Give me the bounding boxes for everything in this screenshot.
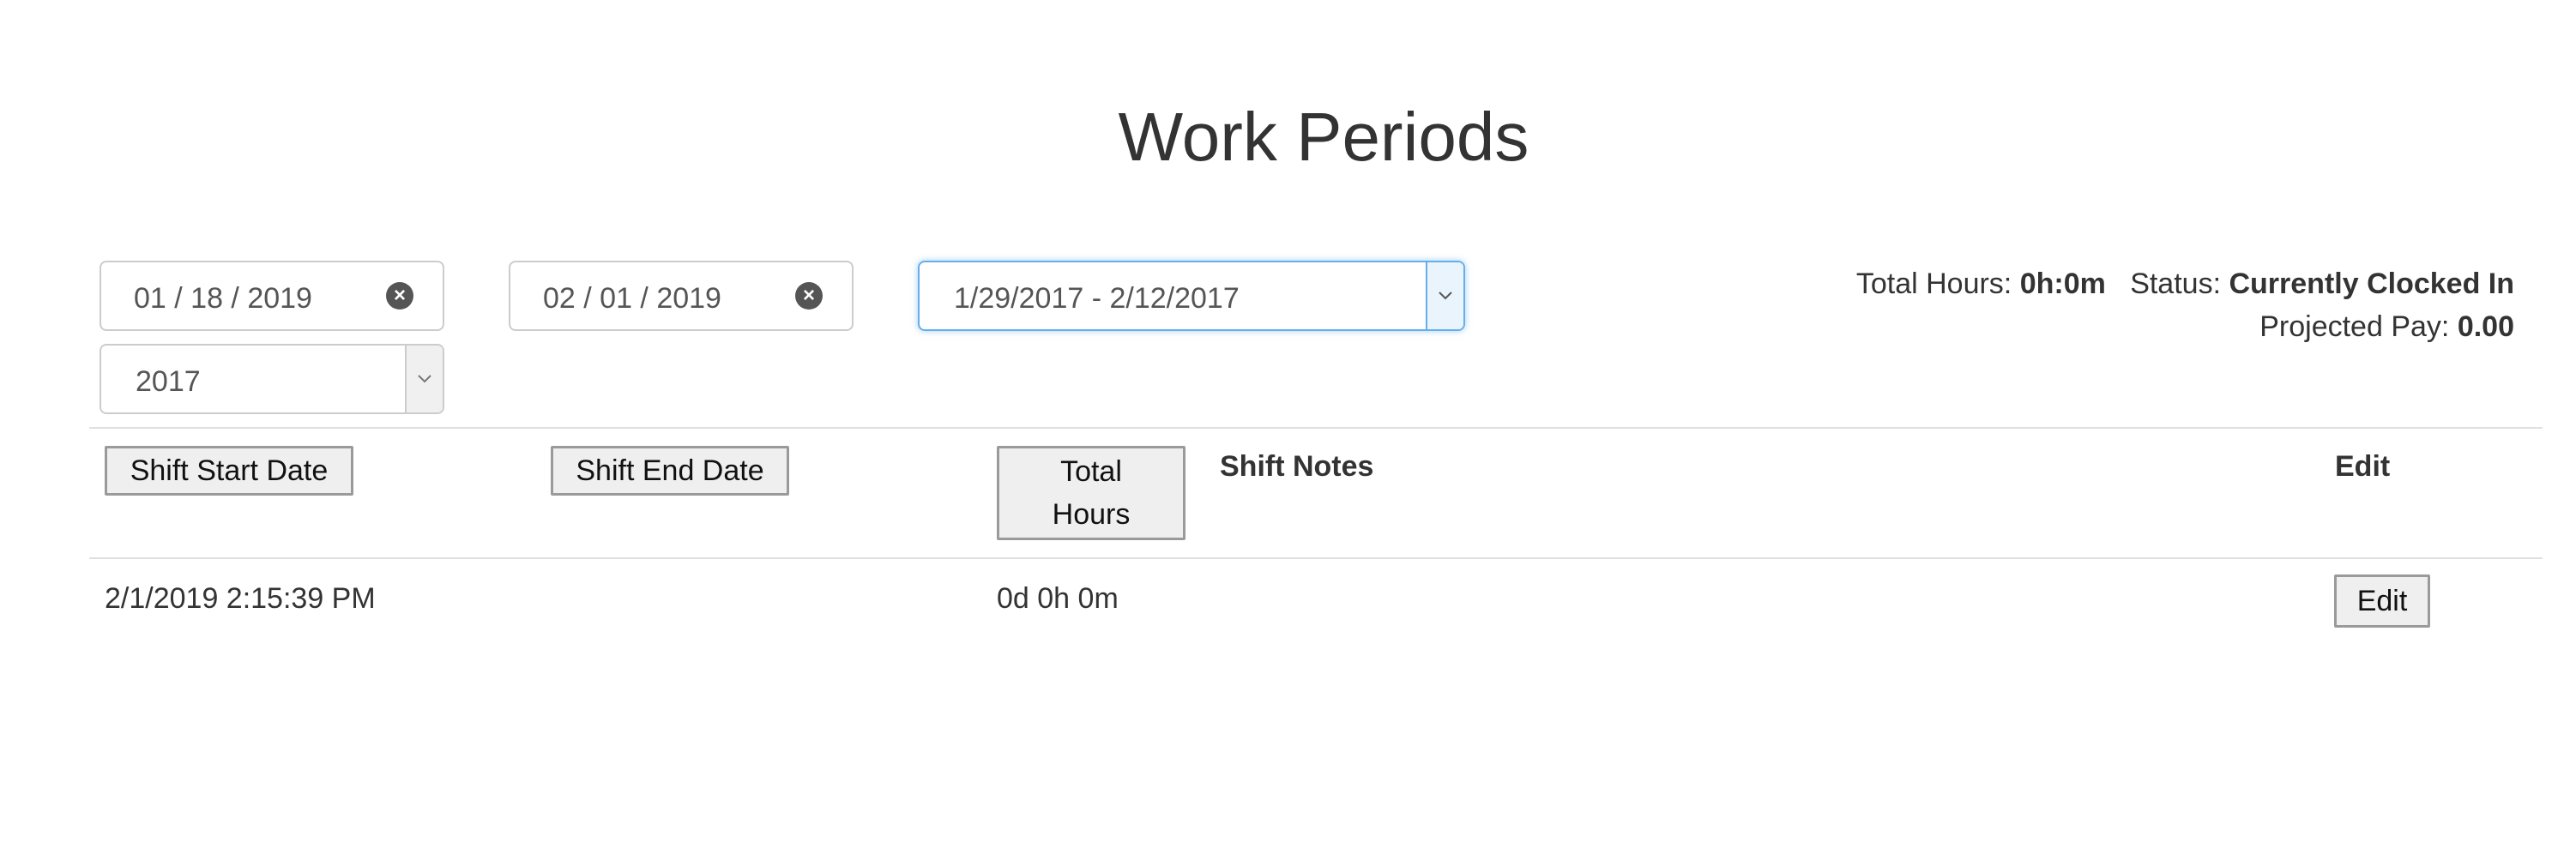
sort-shift-start-button[interactable]: Shift Start Date [105, 446, 353, 496]
row-shift-start: 2/1/2019 2:15:39 PM [105, 582, 376, 615]
page: Work Periods 01 / 18 / 2019 × 02 / 01 / … [0, 0, 2576, 854]
summary-line-1: Total Hours: 0h:0m Status: Currently Clo… [1856, 262, 2514, 305]
start-date-value: 01 / 18 / 2019 [134, 282, 312, 315]
total-hours-header-line-1: Total [1060, 455, 1122, 488]
chevron-down-icon[interactable] [405, 346, 443, 412]
total-hours-label: Total Hours: [1855, 268, 2012, 300]
clear-circle-icon[interactable]: × [386, 282, 413, 310]
total-hours-value: 0h:0m [2019, 268, 2106, 300]
status-label: Status: [2130, 268, 2222, 300]
projected-pay-label: Projected Pay: [2259, 310, 2450, 343]
chevron-down-icon[interactable] [1426, 262, 1463, 329]
summary-panel: Total Hours: 0h:0m Status: Currently Clo… [1856, 262, 2514, 348]
period-select-value: 1/29/2017 - 2/12/2017 [954, 282, 1240, 315]
clear-circle-icon[interactable]: × [795, 282, 823, 310]
summary-line-2: Projected Pay: 0.00 [1856, 305, 2514, 348]
period-select[interactable]: 1/29/2017 - 2/12/2017 [918, 261, 1465, 331]
sort-shift-end-button[interactable]: Shift End Date [551, 446, 789, 496]
year-select[interactable]: 2017 [100, 344, 444, 414]
total-hours-header-line-2: Hours [1052, 498, 1131, 531]
year-select-value: 2017 [136, 365, 201, 398]
page-title: Work Periods [1118, 99, 1529, 175]
edit-header: Edit [2335, 450, 2391, 483]
status-value: Currently Clocked In [2229, 268, 2514, 300]
end-date-value: 02 / 01 / 2019 [543, 282, 721, 315]
row-total-hours: 0d 0h 0m [997, 582, 1119, 615]
end-date-input[interactable]: 02 / 01 / 2019 × [509, 261, 854, 331]
table-top-divider [89, 427, 2543, 429]
sort-total-hours-button[interactable]: Total Hours [997, 446, 1185, 540]
shift-notes-header: Shift Notes [1220, 450, 1374, 483]
table-row-divider [89, 557, 2543, 559]
edit-button[interactable]: Edit [2334, 574, 2430, 628]
projected-pay-value: 0.00 [2457, 310, 2514, 343]
start-date-input[interactable]: 01 / 18 / 2019 × [100, 261, 444, 331]
